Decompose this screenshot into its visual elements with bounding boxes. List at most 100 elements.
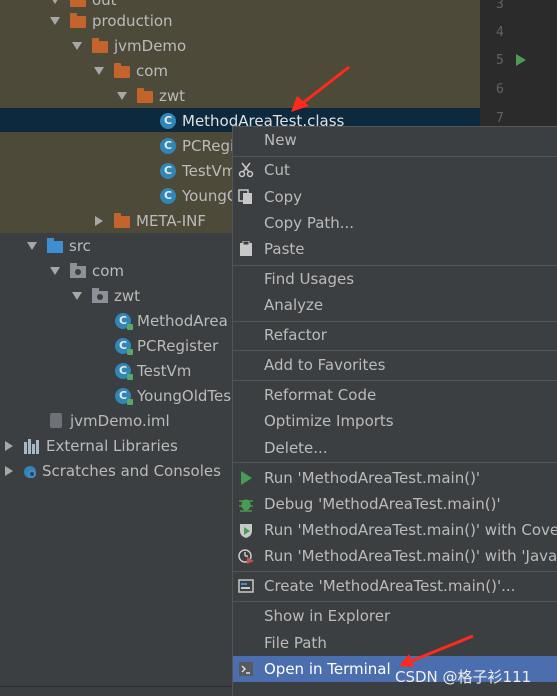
- profiler-icon: [238, 549, 254, 564]
- context-menu: New Cut Copy Copy Path... Paste Find Usa…: [232, 126, 557, 696]
- tree-node-methodarea-java[interactable]: C MethodArea: [115, 308, 228, 333]
- tree-node-testvm-class[interactable]: C TestVm: [160, 158, 236, 183]
- menu-item-optimize-imports[interactable]: Optimize Imports: [233, 408, 557, 434]
- menu-item-label: Analyze: [264, 296, 324, 314]
- menu-item-label: Reformat Code: [264, 386, 377, 404]
- scissors-icon: [238, 162, 254, 178]
- chevron-down-icon[interactable]: [48, 14, 62, 28]
- tree-label: External Libraries: [46, 436, 178, 455]
- run-config-icon: [238, 579, 254, 593]
- tree-node-pcregister-class[interactable]: C PCRegi: [160, 133, 234, 158]
- menu-separator: [233, 462, 557, 463]
- menu-item-add-to-favorites[interactable]: Add to Favorites: [233, 352, 557, 378]
- menu-item-create-config[interactable]: Create 'MethodAreaTest.main()'...: [233, 573, 557, 599]
- tree-label: zwt: [159, 86, 186, 105]
- tree-node-com[interactable]: com: [92, 58, 168, 83]
- menu-item-label: Run 'MethodAreaTest.main()' with Cover: [264, 521, 557, 539]
- tree-label: META-INF: [136, 211, 207, 230]
- tree-node-src[interactable]: src: [25, 233, 91, 258]
- java-class-icon: C: [115, 387, 133, 405]
- menu-item-label: Run 'MethodAreaTest.main()' with 'Java F: [264, 547, 557, 565]
- tree-node-youngold-java[interactable]: C YoungOldTes: [115, 383, 231, 408]
- class-icon: C: [160, 112, 176, 129]
- java-class-icon: C: [115, 312, 133, 330]
- menu-separator: [233, 601, 557, 602]
- menu-item-label: Run 'MethodAreaTest.main()': [264, 469, 481, 487]
- menu-separator: [233, 380, 557, 381]
- chevron-down-icon[interactable]: [92, 64, 106, 78]
- menu-item-run[interactable]: Run 'MethodAreaTest.main()': [233, 465, 557, 491]
- terminal-icon: [239, 662, 253, 676]
- tree-node-testvm-java[interactable]: C TestVm: [115, 358, 191, 383]
- menu-item-label: Copy Path...: [264, 214, 355, 232]
- libraries-icon: [24, 438, 40, 454]
- tree-node-jvmdemo[interactable]: jvmDemo: [70, 33, 186, 58]
- tree-node-iml[interactable]: jvmDemo.iml: [48, 408, 170, 433]
- line-number: 5: [496, 53, 504, 68]
- menu-item-find-usages[interactable]: Find Usages: [233, 266, 557, 292]
- menu-item-label: Cut: [264, 161, 290, 179]
- tree-label: TestVm: [182, 161, 237, 180]
- menu-item-label: Debug 'MethodAreaTest.main()': [264, 495, 501, 513]
- chevron-right-icon[interactable]: [2, 439, 16, 453]
- tree-label: jvmDemo: [114, 36, 187, 55]
- line-number: 7: [496, 111, 504, 126]
- tree-node-scratches[interactable]: Scratches and Consoles: [2, 458, 221, 483]
- menu-item-new[interactable]: New: [233, 127, 557, 153]
- chevron-down-icon[interactable]: [48, 264, 62, 278]
- run-gutter-icon[interactable]: [516, 54, 526, 66]
- menu-item-copy-path[interactable]: Copy Path...: [233, 210, 557, 236]
- chevron-down-icon[interactable]: [115, 89, 129, 103]
- menu-item-label: Create 'MethodAreaTest.main()'...: [264, 577, 516, 595]
- package-icon: [70, 262, 86, 278]
- menu-item-refactor[interactable]: Refactor: [233, 322, 557, 348]
- editor-gutter: 3 4 5 6 7: [480, 0, 557, 132]
- package-icon: [92, 287, 108, 303]
- menu-item-label: New: [264, 131, 297, 149]
- menu-item-label: Show in Explorer: [264, 607, 391, 625]
- chevron-down-icon[interactable]: [70, 39, 84, 53]
- menu-item-delete[interactable]: Delete...: [233, 435, 557, 461]
- coverage-icon: [240, 524, 252, 538]
- line-number: 4: [496, 25, 504, 40]
- menu-item-run-coverage[interactable]: Run 'MethodAreaTest.main()' with Cover: [233, 517, 557, 543]
- menu-item-debug[interactable]: Debug 'MethodAreaTest.main()': [233, 491, 557, 517]
- menu-item-copy[interactable]: Copy: [233, 184, 557, 210]
- menu-item-label: File Path: [264, 634, 327, 652]
- chevron-down-icon[interactable]: [48, 0, 62, 7]
- class-icon: C: [160, 137, 176, 154]
- chevron-right-icon[interactable]: [2, 464, 16, 478]
- menu-item-paste[interactable]: Paste: [233, 236, 557, 262]
- menu-item-label: Copy: [264, 188, 303, 206]
- chevron-right-icon[interactable]: [92, 214, 106, 228]
- tree-node-src-com[interactable]: com: [48, 258, 124, 283]
- chevron-down-icon[interactable]: [70, 289, 84, 303]
- copy-icon: [238, 189, 252, 204]
- tree-node-external-libraries[interactable]: External Libraries: [2, 433, 178, 458]
- tree-label: zwt: [114, 286, 141, 305]
- tree-node-meta-inf[interactable]: META-INF: [92, 208, 206, 233]
- tree-node-youngold-class[interactable]: C YoungO: [160, 183, 239, 208]
- tree-node-production[interactable]: production: [48, 8, 173, 33]
- line-number: 6: [496, 82, 504, 97]
- tree-label: MethodArea: [137, 311, 228, 330]
- tree-label: TestVm: [137, 361, 192, 380]
- tree-label: YoungO: [182, 186, 239, 205]
- folder-icon: [137, 87, 153, 103]
- tree-node-pcregister-java[interactable]: C PCRegister: [115, 333, 218, 358]
- folder-icon: [70, 12, 86, 28]
- menu-item-run-profiler[interactable]: Run 'MethodAreaTest.main()' with 'Java F: [233, 543, 557, 569]
- class-icon: C: [160, 187, 176, 204]
- menu-item-show-in-explorer[interactable]: Show in Explorer: [233, 603, 557, 629]
- tree-label: com: [92, 261, 125, 280]
- menu-item-reformat-code[interactable]: Reformat Code: [233, 382, 557, 408]
- menu-item-analyze[interactable]: Analyze: [233, 292, 557, 318]
- tree-node-src-zwt[interactable]: zwt: [70, 283, 140, 308]
- tree-label: src: [69, 236, 91, 255]
- tree-node-zwt[interactable]: zwt: [115, 83, 185, 108]
- menu-item-cut[interactable]: Cut: [233, 157, 557, 183]
- scratches-icon: [24, 465, 36, 478]
- tree-label: production: [92, 11, 173, 30]
- chevron-down-icon[interactable]: [25, 239, 39, 253]
- tree-label: jvmDemo.iml: [70, 411, 170, 430]
